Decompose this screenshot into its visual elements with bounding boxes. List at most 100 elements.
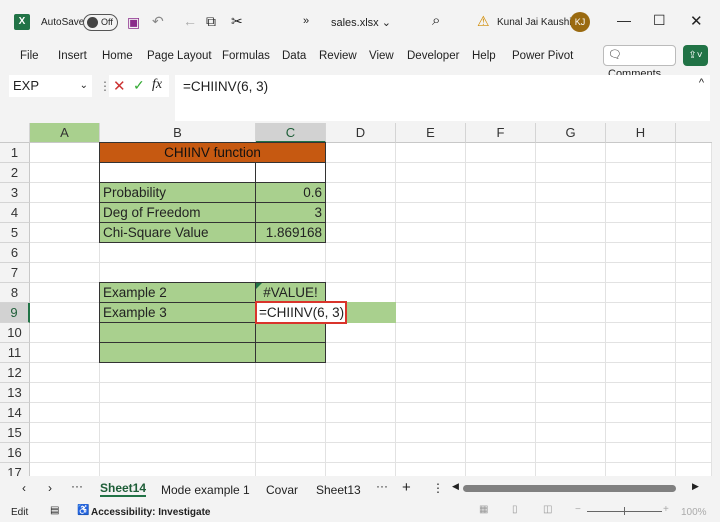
enter-icon[interactable]: ✓ xyxy=(133,77,145,94)
column-header-G[interactable]: G xyxy=(536,123,606,143)
normal-view-icon[interactable]: ▦ xyxy=(479,504,488,515)
cell-b2[interactable] xyxy=(99,162,256,183)
tab-formulas[interactable]: Formulas xyxy=(222,50,270,62)
tab-data[interactable]: Data xyxy=(282,50,306,62)
tab-file[interactable]: File xyxy=(20,50,39,62)
sheet-tab-sheet14[interactable]: Sheet14 xyxy=(100,481,147,497)
column-header-F[interactable]: F xyxy=(466,123,536,143)
minimize-button[interactable]: — xyxy=(617,12,631,28)
sheet-tab-covar[interactable]: Covar xyxy=(266,483,298,497)
row-header-16[interactable]: 16 xyxy=(0,443,30,463)
column-header-A[interactable]: A xyxy=(30,123,100,143)
autosave-label: AutoSave xyxy=(41,17,85,28)
autosave-toggle[interactable]: Off xyxy=(83,14,118,31)
tab-review[interactable]: Review xyxy=(319,50,357,62)
row-header-7[interactable]: 7 xyxy=(0,263,30,283)
spreadsheet-grid[interactable]: A B C D E F G H 1 2 3 4 5 6 7 8 9 10 11 12 13 14 15 16 17 CHIINV … xyxy=(0,123,712,476)
gridline xyxy=(465,143,466,476)
accessibility-status[interactable]: Accessibility: Investigate xyxy=(91,507,211,518)
filename[interactable]: sales.xlsx ⌄ xyxy=(331,16,391,29)
tab-page-layout[interactable]: Page Layout xyxy=(147,50,212,62)
formula-input[interactable]: =CHIINV(6, 3) ^ xyxy=(175,75,710,121)
tab-insert[interactable]: Insert xyxy=(58,50,87,62)
tab-help[interactable]: Help xyxy=(472,50,496,62)
row-header-6[interactable]: 6 xyxy=(0,243,30,263)
cell-b4[interactable]: Deg of Freedom xyxy=(99,202,256,223)
cell-c9[interactable]: =CHIINV(6, 3) xyxy=(255,301,347,324)
next-sheet-icon[interactable]: › xyxy=(48,481,52,495)
column-header-H[interactable]: H xyxy=(606,123,676,143)
tab-home[interactable]: Home xyxy=(102,50,133,62)
page-break-view-icon[interactable]: ◫ xyxy=(543,504,552,515)
row-header-13[interactable]: 13 xyxy=(0,383,30,403)
page-layout-view-icon[interactable]: ▯ xyxy=(512,504,518,515)
avatar[interactable]: KJ xyxy=(570,12,590,32)
cell-c2[interactable] xyxy=(255,162,326,183)
close-button[interactable]: ✕ xyxy=(690,12,703,30)
column-header-E[interactable]: E xyxy=(396,123,466,143)
more-commands-icon[interactable]: » xyxy=(303,15,309,27)
cell-b5[interactable]: Chi-Square Value xyxy=(99,222,256,243)
row-header-2[interactable]: 2 xyxy=(0,163,30,183)
row-header-11[interactable]: 11 xyxy=(0,343,30,363)
cut-icon[interactable]: ✂ xyxy=(231,13,243,30)
cell-b11[interactable] xyxy=(99,342,256,363)
row-header-5[interactable]: 5 xyxy=(0,223,30,243)
name-box[interactable]: EXP ⌄ xyxy=(9,75,92,97)
row-header-15[interactable]: 15 xyxy=(0,423,30,443)
maximize-button[interactable]: ☐ xyxy=(653,12,666,29)
macro-icon[interactable]: ▤ xyxy=(50,505,59,516)
add-sheet-button[interactable]: + xyxy=(402,479,411,496)
row-header-14[interactable]: 14 xyxy=(0,403,30,423)
row-header-10[interactable]: 10 xyxy=(0,323,30,343)
row-header-8[interactable]: 8 xyxy=(0,283,30,303)
prev-sheet-icon[interactable]: ‹ xyxy=(22,481,26,495)
options-icon[interactable]: ⋮ xyxy=(432,481,444,495)
column-header-B[interactable]: B xyxy=(100,123,256,143)
search-icon[interactable]: ⌕ xyxy=(432,12,440,29)
cell-b9[interactable]: Example 3 xyxy=(99,302,256,323)
cell-b10[interactable] xyxy=(99,322,256,343)
sheet-tab-sheet13[interactable]: Sheet13 xyxy=(316,483,361,497)
tab-power-pivot[interactable]: Power Pivot xyxy=(512,50,573,62)
undo-icon[interactable]: ↶ xyxy=(152,13,164,30)
column-header-D[interactable]: D xyxy=(326,123,396,143)
zoom-slider[interactable]: − + xyxy=(575,504,670,516)
comments-button[interactable]: 🗨 Comments xyxy=(603,45,676,80)
more-tabs-icon[interactable]: ··· xyxy=(376,479,388,493)
tab-developer[interactable]: Developer xyxy=(407,50,459,62)
cell-c4[interactable]: 3 xyxy=(255,202,326,223)
row-header-9[interactable]: 9 xyxy=(0,303,30,323)
share-button[interactable]: ⇪˅ xyxy=(683,45,708,66)
copy-icon[interactable]: ⧉ xyxy=(206,13,216,30)
row-header-4[interactable]: 4 xyxy=(0,203,30,223)
cancel-icon[interactable]: ✕ xyxy=(113,77,126,95)
cell-b1-title[interactable]: CHIINV function xyxy=(99,142,326,163)
zoom-level[interactable]: 100% xyxy=(681,507,707,518)
save-icon[interactable]: ▣ xyxy=(127,14,140,31)
cell-c3[interactable]: 0.6 xyxy=(255,182,326,203)
row-header-12[interactable]: 12 xyxy=(0,363,30,383)
sheet-tab-mode-example-1[interactable]: Mode example 1 xyxy=(161,483,250,497)
gridline xyxy=(711,143,712,476)
select-all-button[interactable] xyxy=(0,123,30,143)
cell-c11[interactable] xyxy=(255,342,326,363)
cell-c10[interactable] xyxy=(255,322,326,343)
cell-c5[interactable]: 1.869168 xyxy=(255,222,326,243)
more-sheets-icon[interactable]: ··· xyxy=(71,479,83,493)
cell-b3[interactable]: Probability xyxy=(99,182,256,203)
cell-b8[interactable]: Example 2 xyxy=(99,282,256,303)
insert-function-icon[interactable]: fx xyxy=(152,77,162,93)
cell-c8[interactable]: #VALUE! xyxy=(255,282,326,303)
warning-icon: ⚠ xyxy=(477,13,490,29)
row-header-17[interactable]: 17 xyxy=(0,463,30,476)
error-indicator-icon[interactable] xyxy=(256,283,262,289)
row-header-3[interactable]: 3 xyxy=(0,183,30,203)
column-header-blank xyxy=(676,123,712,143)
back-icon[interactable]: ← xyxy=(183,13,197,29)
accessibility-icon[interactable]: ♿ xyxy=(77,505,89,516)
row-header-1[interactable]: 1 xyxy=(0,143,30,163)
horizontal-scrollbar[interactable]: ◀ ▶ xyxy=(452,481,702,495)
tab-view[interactable]: View xyxy=(369,50,394,62)
column-header-C[interactable]: C xyxy=(256,123,326,143)
